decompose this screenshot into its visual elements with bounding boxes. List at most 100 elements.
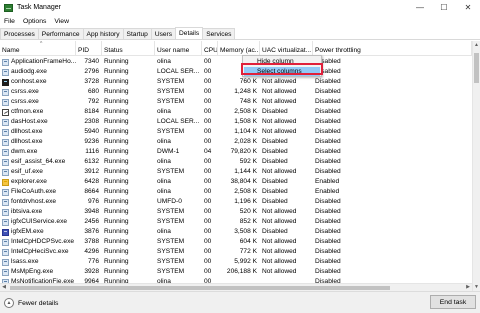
menu-options[interactable]: Options (19, 18, 50, 25)
process-uac-cell: Disabled (262, 198, 288, 205)
tab-startup[interactable]: Startup (122, 28, 152, 39)
process-power-cell: Disabled (315, 88, 341, 95)
process-power-cell: Disabled (315, 148, 341, 155)
process-user-cell: SYSTEM (157, 268, 185, 275)
fewer-details-button[interactable]: ▲ Fewer details (4, 297, 58, 309)
process-status-cell: Running (104, 148, 129, 155)
process-name-cell: lsass.exe (0, 257, 76, 267)
table-row[interactable]: dllhost.exe 9236 Running olina 00 2,028 K Disa… (0, 137, 472, 147)
column-header-memory[interactable]: Memory (ac... (218, 41, 260, 55)
process-user-cell: SYSTEM (157, 98, 185, 105)
process-name: csrss.exe (11, 88, 39, 95)
end-task-button[interactable]: End task (430, 295, 476, 309)
table-row[interactable]: ibtsiva.exe 3948 Running SYSTEM 00 520 K Not a… (0, 207, 472, 217)
tab-details[interactable]: Details (175, 27, 204, 39)
table-row[interactable]: audiodg.exe 2796 Running LOCAL SER... 00 Disa… (0, 67, 472, 77)
table-row[interactable]: ctfmon.exe 8184 Running olina 00 2,508 K Disab… (0, 107, 472, 117)
process-cpu-cell: 00 (204, 118, 212, 125)
process-status-cell: Running (104, 258, 129, 265)
table-row[interactable]: esif_assist_64.exe 6132 Running olina 00 592 … (0, 157, 472, 167)
process-pid-cell: 6428 (84, 178, 99, 185)
process-name: esif_uf.exe (11, 168, 43, 175)
table-row[interactable]: dllhost.exe 5940 Running SYSTEM 00 1,104 K Not… (0, 127, 472, 137)
process-uac-cell: Not allowed (262, 258, 297, 265)
process-memory-cell: 1,196 K (234, 198, 257, 205)
table-row[interactable]: IntelCpHDCPSvc.exe 3788 Running SYSTEM 00 604… (0, 237, 472, 247)
table-row[interactable]: dasHost.exe 2308 Running LOCAL SER... 00 1,50… (0, 117, 472, 127)
table-row[interactable]: dwm.exe 1116 Running DWM-1 04 79,820 K Disable… (0, 147, 472, 157)
close-button[interactable]: ✕ (456, 0, 480, 15)
table-row[interactable]: conhost.exe 3728 Running SYSTEM 00 760 K Not a… (0, 77, 472, 87)
table-row[interactable]: igfxCUIService.exe 2456 Running SYSTEM 00 852… (0, 217, 472, 227)
column-header-uac[interactable]: UAC virtualizat... (260, 41, 313, 55)
scroll-up-icon[interactable]: ▲ (473, 41, 480, 49)
process-icon (2, 208, 9, 216)
select-columns-highlight-box (241, 63, 323, 75)
tab-services[interactable]: Services (202, 28, 236, 39)
scroll-down-icon[interactable]: ▼ (473, 283, 480, 291)
table-row[interactable]: fontdrvhost.exe 976 Running UMFD-0 00 1,196 K… (0, 197, 472, 207)
table-row[interactable]: explorer.exe 6428 Running olina 00 38,804 K Di… (0, 177, 472, 187)
tab-performance[interactable]: Performance (37, 28, 84, 39)
process-pid-cell: 976 (87, 198, 99, 205)
process-power-cell: Disabled (315, 268, 341, 275)
process-cpu-cell: 00 (204, 178, 212, 185)
process-status-cell: Running (104, 108, 129, 115)
column-header-status[interactable]: Status (102, 41, 155, 55)
table-row[interactable]: csrss.exe 792 Running SYSTEM 00 748 K Not allo… (0, 97, 472, 107)
process-pid-cell: 3912 (84, 168, 99, 175)
menu-bar: File Options View (0, 15, 480, 27)
process-status-cell: Running (104, 228, 129, 235)
column-header-cpu[interactable]: CPU (202, 41, 218, 55)
table-row[interactable]: csrss.exe 680 Running SYSTEM 00 1,248 K Not al… (0, 87, 472, 97)
process-uac-cell: Disabled (262, 188, 288, 195)
tab-users[interactable]: Users (150, 28, 177, 39)
window-title: Task Manager (17, 4, 61, 11)
maximize-button[interactable]: ☐ (432, 0, 456, 15)
process-name-cell: igfxCUIService.exe (0, 217, 76, 227)
process-pid-cell: 7340 (84, 58, 99, 65)
process-uac-cell: Not allowed (262, 128, 297, 135)
process-uac-cell: Not allowed (262, 168, 297, 175)
process-power-cell: Disabled (315, 168, 341, 175)
process-name: dasHost.exe (11, 118, 48, 125)
column-header-pid[interactable]: PID (76, 41, 102, 55)
process-name: MsMpEng.exe (11, 268, 54, 275)
process-user-cell: olina (157, 108, 171, 115)
table-row[interactable]: igfxEM.exe 3876 Running olina 00 3,508 K Disab… (0, 227, 472, 237)
process-pid-cell: 4296 (84, 248, 99, 255)
column-header-user-name[interactable]: User name (155, 41, 202, 55)
table-row[interactable]: esif_uf.exe 3912 Running SYSTEM 00 1,144 K Not… (0, 167, 472, 177)
table-row[interactable]: IntelCpHeciSvc.exe 4296 Running SYSTEM 00 772… (0, 247, 472, 257)
process-pid-cell: 2796 (84, 68, 99, 75)
process-memory-cell: 748 K (239, 98, 257, 105)
scroll-left-icon[interactable]: ◀ (0, 284, 8, 291)
menu-view[interactable]: View (50, 18, 73, 25)
process-icon (2, 68, 9, 76)
process-status-cell: Running (104, 128, 129, 135)
table-row[interactable]: MsMpEng.exe 3928 Running SYSTEM 00 206,188 K N… (0, 267, 472, 277)
horizontal-scroll-thumb[interactable] (10, 286, 390, 290)
table-row[interactable]: ApplicationFrameHo...7340Runningolina001… (0, 57, 472, 67)
table-row[interactable]: lsass.exe 776 Running SYSTEM 00 5,992 K Not al… (0, 257, 472, 267)
process-power-cell: Disabled (315, 138, 341, 145)
process-cpu-cell: 00 (204, 248, 212, 255)
process-status-cell: Running (104, 218, 129, 225)
process-name: FileCoAuth.exe (11, 188, 57, 195)
menu-file[interactable]: File (0, 18, 19, 25)
scroll-right-icon[interactable]: ▶ (464, 284, 472, 291)
tab-processes[interactable]: Processes (0, 28, 39, 39)
table-row[interactable]: FileCoAuth.exe 8664 Running olina 00 2,508 K D… (0, 187, 472, 197)
column-header-name[interactable]: Name (0, 41, 76, 55)
minimize-button[interactable]: — (408, 0, 432, 15)
process-status-cell: Running (104, 178, 129, 185)
process-name-cell: igfxEM.exe (0, 227, 76, 237)
column-header-power-throttling[interactable]: Power throttling (313, 41, 472, 55)
tab-app-history[interactable]: App history (82, 28, 124, 39)
vertical-scrollbar[interactable]: ▲ ▼ (472, 41, 480, 291)
horizontal-scrollbar[interactable]: ◀ ▶ (0, 283, 472, 291)
process-icon (2, 158, 9, 166)
fewer-details-label: Fewer details (18, 299, 59, 307)
vertical-scroll-thumb[interactable] (474, 53, 479, 83)
process-name: ApplicationFrameHo... (11, 58, 76, 65)
